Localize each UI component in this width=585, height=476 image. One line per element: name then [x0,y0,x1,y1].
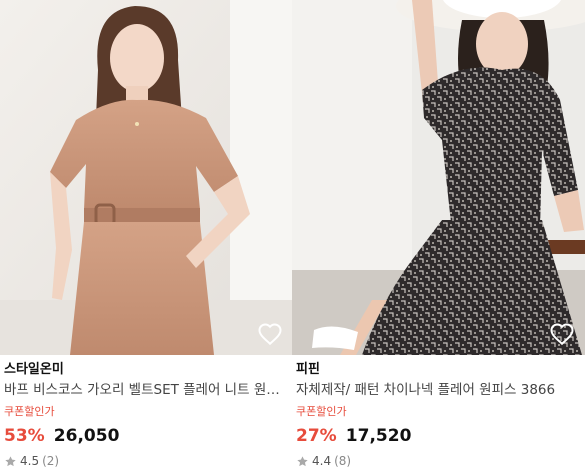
star-icon [297,455,308,466]
product-title[interactable]: 자체제작/ 패턴 차이나넥 플레어 원피스 3866 [296,381,581,401]
sale-price: 26,050 [53,426,120,446]
product-info: 피핀 자체제작/ 패턴 차이나넥 플레어 원피스 3866 쿠폰할인가 27% … [292,355,585,469]
rating-score: 4.4 [312,454,332,468]
product-image[interactable] [292,0,585,355]
sale-price: 17,520 [345,426,412,446]
product-card[interactable]: 스타일온미 바프 비스코스 가오리 벨트SET 플레어 니트 원피스 쿠폰할인가… [0,0,293,476]
product-title[interactable]: 바프 비스코스 가오리 벨트SET 플레어 니트 원피스 [4,381,289,401]
heart-outline-icon[interactable] [257,321,283,347]
review-count: (8) [334,454,352,468]
price-row: 53% 26,050 [4,424,289,448]
brand-name[interactable]: 피핀 [296,361,581,379]
discount-rate: 53% [4,426,45,446]
rating-row: 4.4 (8) [296,453,581,469]
dress-photo [292,0,585,355]
dress-photo [0,0,293,355]
coupon-label: 쿠폰할인가 [296,405,347,418]
brand-name[interactable]: 스타일온미 [4,361,289,379]
star-icon [5,455,16,466]
price-row: 27% 17,520 [296,424,581,448]
product-grid: 스타일온미 바프 비스코스 가오리 벨트SET 플레어 니트 원피스 쿠폰할인가… [0,0,585,476]
rating-score: 4.5 [20,454,40,468]
product-image[interactable] [0,0,293,355]
product-info: 스타일온미 바프 비스코스 가오리 벨트SET 플레어 니트 원피스 쿠폰할인가… [0,355,293,469]
discount-rate: 27% [296,426,337,446]
product-card[interactable]: 피핀 자체제작/ 패턴 차이나넥 플레어 원피스 3866 쿠폰할인가 27% … [292,0,585,476]
heart-outline-icon[interactable] [549,321,575,347]
rating-row: 4.5 (2) [4,453,289,469]
coupon-label: 쿠폰할인가 [4,405,55,418]
review-count: (2) [42,454,60,468]
